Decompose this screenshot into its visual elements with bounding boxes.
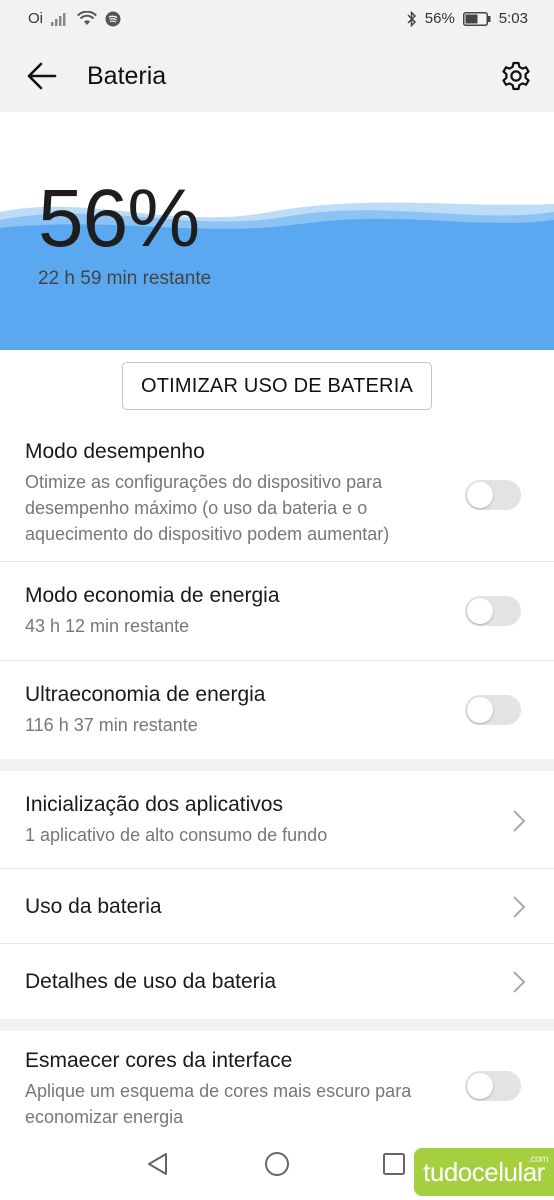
clock: 5:03 <box>498 10 528 27</box>
section-divider <box>0 1019 554 1031</box>
app-launch-row[interactable]: Inicialização dos aplicativos 1 aplicati… <box>0 771 554 869</box>
row-subtitle: 1 aplicativo de alto consumo de fundo <box>25 825 328 845</box>
section-divider <box>0 759 554 771</box>
toggle-knob <box>467 697 493 723</box>
nav-back-button[interactable] <box>140 1146 176 1182</box>
battery-percentage: 56% <box>38 173 200 264</box>
wifi-icon <box>77 11 97 26</box>
row-subtitle: Aplique um esquema de cores mais escuro … <box>25 1081 412 1127</box>
toggle-knob <box>467 482 493 508</box>
bluetooth-icon <box>407 10 417 27</box>
watermark-text: tudocelular <box>423 1156 545 1187</box>
status-bar: Oi 56% 5:03 <box>0 0 554 40</box>
row-subtitle: Otimize as configurações do dispositivo … <box>25 472 390 544</box>
app-bar: Bateria <box>0 40 554 112</box>
status-left: Oi <box>28 10 121 27</box>
carrier-label: Oi <box>28 10 43 27</box>
back-button[interactable] <box>24 58 60 94</box>
battery-level-panel: 56% 22 h 59 min restante <box>0 112 554 350</box>
battery-time-remaining: 22 h 59 min restante <box>38 268 212 289</box>
toggle-knob <box>467 1073 493 1099</box>
nav-home-button[interactable] <box>259 1146 295 1182</box>
arrow-left-icon <box>27 62 57 90</box>
nav-recents-button[interactable] <box>376 1146 412 1182</box>
row-subtitle: 43 h 12 min restante <box>25 616 190 636</box>
battery-usage-details-row[interactable]: Detalhes de uso da bateria <box>0 944 554 1019</box>
row-title: Esmaecer cores da interface <box>25 1049 293 1072</box>
ultra-power-saving-row[interactable]: Ultraeconomia de energia 116 h 37 min re… <box>0 661 554 759</box>
settings-button[interactable] <box>498 58 534 94</box>
power-saving-mode-toggle[interactable] <box>465 596 521 626</box>
power-saving-mode-row[interactable]: Modo economia de energia 43 h 12 min res… <box>0 562 554 661</box>
tudocelular-watermark-logo: tudocelular .com <box>414 1148 554 1196</box>
optimize-battery-button[interactable]: OTIMIZAR USO DE BATERIA <box>122 362 432 410</box>
watermark-suffix: .com <box>528 1154 548 1165</box>
status-right: 56% 5:03 <box>407 10 528 27</box>
circle-home-icon <box>265 1152 289 1176</box>
spotify-icon <box>105 11 121 27</box>
chevron-right-icon <box>513 810 526 832</box>
gear-icon <box>502 61 530 91</box>
row-title: Detalhes de uso da bateria <box>25 970 277 993</box>
battery-percent-label: 56% <box>424 10 455 27</box>
performance-mode-toggle[interactable] <box>465 480 521 510</box>
row-title: Inicialização dos aplicativos <box>25 793 283 816</box>
settings-list: OTIMIZAR USO DE BATERIA Modo desempenho … <box>0 350 554 1181</box>
row-title: Uso da bateria <box>25 895 162 918</box>
row-title: Modo desempenho <box>25 440 205 463</box>
toggle-knob <box>467 598 493 624</box>
ultra-power-saving-toggle[interactable] <box>465 695 521 725</box>
chevron-right-icon <box>513 896 526 918</box>
row-subtitle: 116 h 37 min restante <box>25 715 198 735</box>
square-recents-icon <box>383 1153 405 1175</box>
triangle-back-icon <box>148 1153 167 1175</box>
battery-icon <box>462 11 491 26</box>
optimize-section: OTIMIZAR USO DE BATERIA <box>0 350 554 428</box>
signal-icon <box>51 12 69 26</box>
performance-mode-row[interactable]: Modo desempenho Otimize as configurações… <box>0 428 554 562</box>
chevron-right-icon <box>513 971 526 993</box>
page-title: Bateria <box>87 62 167 90</box>
row-title: Ultraeconomia de energia <box>25 683 266 706</box>
battery-usage-row[interactable]: Uso da bateria <box>0 869 554 944</box>
dim-interface-colors-toggle[interactable] <box>465 1071 521 1101</box>
row-title: Modo economia de energia <box>25 584 280 607</box>
